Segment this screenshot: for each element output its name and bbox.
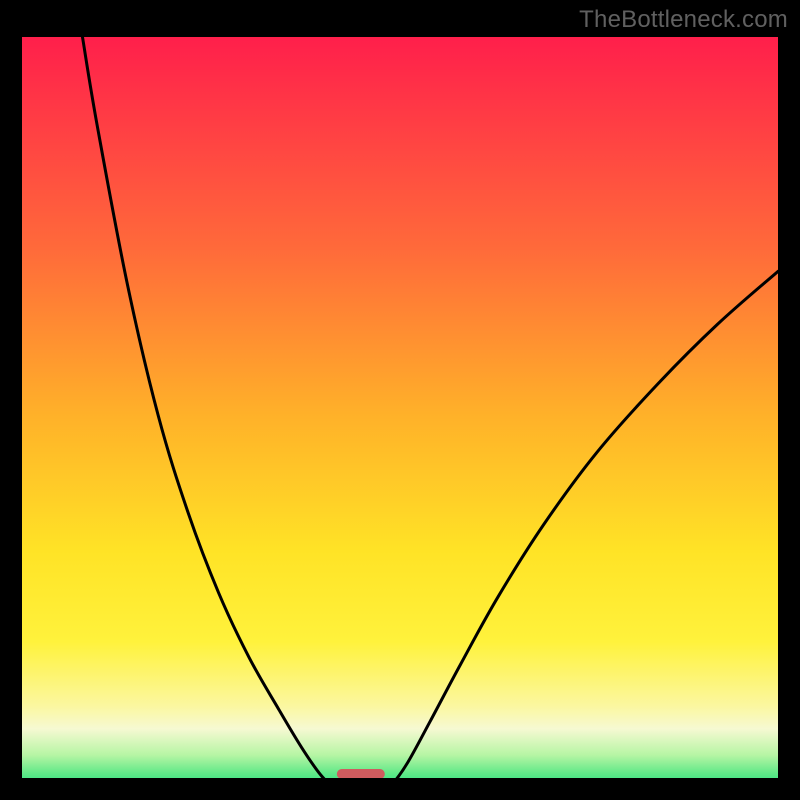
right-branch-curve — [381, 271, 778, 778]
bottleneck-marker — [337, 769, 385, 778]
chart-frame: TheBottleneck.com — [0, 0, 800, 800]
plot-area — [22, 37, 778, 778]
left-branch-curve — [82, 37, 341, 778]
curve-layer — [22, 37, 778, 778]
watermark-text: TheBottleneck.com — [579, 6, 788, 34]
